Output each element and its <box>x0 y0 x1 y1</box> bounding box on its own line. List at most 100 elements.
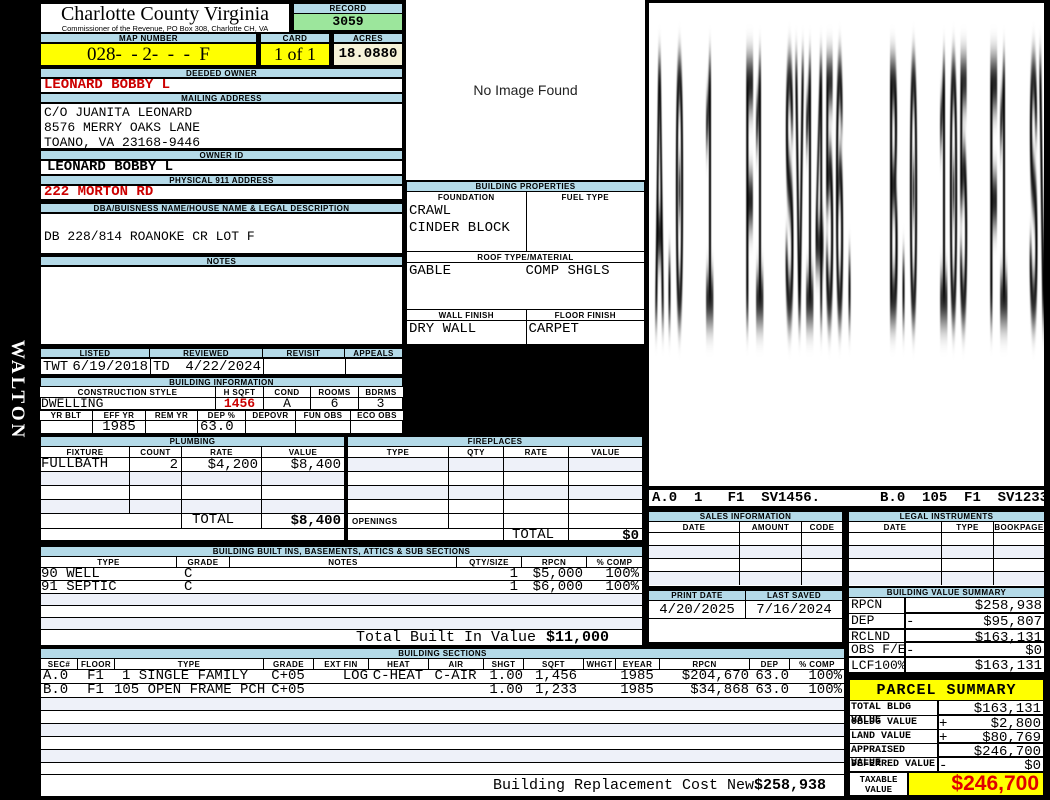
construction-style-value: DWELLING <box>41 398 104 409</box>
empty-row <box>41 528 344 542</box>
empty-row <box>41 605 642 617</box>
construction-header-row: CONSTRUCTION STYLE H SQFT COND ROOMS BDR… <box>40 387 403 397</box>
replacement-cost-value: $258,938 <box>754 776 827 794</box>
mailing-address-box: C/O JUANITA LEONARD 8576 MERRY OAKS LANE… <box>40 103 403 150</box>
empty-row <box>849 545 1044 558</box>
fp-rate-label: RATE <box>503 447 568 457</box>
empty-row <box>348 457 642 471</box>
roof-type-value: GABLE <box>409 263 452 279</box>
floor-finish-label: FLOOR FINISH <box>525 309 644 320</box>
map-number-value: 028- - 2- - - F <box>40 43 257 66</box>
ecoobs-label: ECO OBS <box>350 410 403 420</box>
print-info-box: PRINT DATE LAST SAVED 4/20/2025 7/16/202… <box>648 590 843 643</box>
fuel-type-value <box>525 203 645 251</box>
bvs-row: RPCN $258,938 <box>851 597 1044 614</box>
card-value: 1 of 1 <box>260 43 330 66</box>
parcel-row: LAND VALUE + $80,769 <box>850 729 1043 746</box>
empty-row <box>649 532 842 545</box>
reviewed-value: TD 4/22/2024 <box>150 359 263 374</box>
building-section-row: A.0 F1 1 SINGLE FAMILY C+05 LOG C-HEAT C… <box>41 668 844 684</box>
taxable-value: $246,700 <box>907 772 1043 795</box>
fp-value-label: VALUE <box>568 447 642 457</box>
mailing-line: C/O JUANITA LEONARD <box>44 105 193 120</box>
empty-row <box>649 571 842 585</box>
dba-legal-value: DB 228/814 ROANOKE CR LOT F <box>44 229 255 244</box>
mailing-line: TOANO, VA 23168-9446 <box>44 135 201 150</box>
foundation-value: CRAWL CINDER BLOCK <box>407 203 526 251</box>
rooms-label: ROOMS <box>310 387 358 397</box>
plumbing-label: PLUMBING <box>41 437 344 447</box>
bdrms-value: 3 <box>358 398 402 409</box>
building-properties-box: BUILDING PROPERTIES FOUNDATION FUEL TYPE… <box>406 181 645 364</box>
foundation-line: CINDER BLOCK <box>409 220 510 236</box>
empty-row <box>849 532 1044 545</box>
sales-information-label: SALES INFORMATION <box>649 512 842 522</box>
parcel-row: TOTAL BLDG VALUE $163,131 <box>851 701 1043 726</box>
plumbing-box: PLUMBING FIXTURE COUNT RATE VALUE FULLBA… <box>40 436 345 541</box>
fireplaces-box: FIREPLACES TYPE QTY RATE VALUE OPENINGS … <box>347 436 643 542</box>
mailing-address-label: MAILING ADDRESS <box>40 93 403 103</box>
last-saved-label: LAST SAVED <box>746 591 842 601</box>
parcel-summary-label: PARCEL SUMMARY <box>850 680 1043 701</box>
building-section-row: B.0 F1 105 OPEN FRAME PCH C+05 1.00 1,23… <box>41 682 844 698</box>
parcel-row: OBLDG VALUE + $2,800 <box>850 715 1043 732</box>
fireplaces-openings-row: OPENINGS <box>348 513 642 528</box>
built-ins-total-label: Total Built In Value <box>356 629 537 646</box>
parcel-row: DEFERRED VALUE - $0 <box>850 757 1043 774</box>
listed-value: TWT 6/19/2018 <box>43 359 148 374</box>
fp-type-label: TYPE <box>348 447 448 457</box>
empty-row <box>41 749 844 762</box>
building-sections-box: BUILDING SECTIONS SEC# FLOOR TYPE GRADE … <box>40 648 845 797</box>
foundation-label: FOUNDATION <box>407 192 526 203</box>
value-label: VALUE <box>261 447 344 457</box>
property-photo-area: No Image Found <box>406 0 645 180</box>
yrblt-label: YR BLT <box>40 410 92 420</box>
reviewed-label: REVIEWED <box>150 348 263 358</box>
sidebar-vertical-label: WALTON <box>7 340 28 441</box>
fireplaces-label: FIREPLACES <box>348 437 642 447</box>
building-value-summary-box: BUILDING VALUE SUMMARY RPCN $258,938 DEP… <box>848 587 1045 674</box>
effyr-value: 1985 <box>92 421 145 433</box>
construction-value-row: DWELLING 1456 A 6 3 <box>40 397 403 410</box>
yrblt-value <box>41 421 92 433</box>
taxable-value-row: TAXABLE VALUE $246,700 <box>850 771 1043 795</box>
empty-row <box>41 485 344 499</box>
empty-row <box>348 471 642 485</box>
roof-material-value: COMP SHGLS <box>525 263 610 279</box>
bvs-row: OBS F/E - $0 <box>849 642 1044 659</box>
print-date-value: 4/20/2025 <box>649 601 746 618</box>
ecoobs-value <box>350 421 402 433</box>
empty-row <box>348 485 642 499</box>
plumbing-total-value: $8,400 <box>261 514 344 528</box>
depovr-value <box>245 421 295 433</box>
empty-row <box>41 723 844 736</box>
dba-legal-label: DBA/BUISNESS NAME/HOUSE NAME & LEGAL DES… <box>40 203 403 213</box>
record-box: RECORD 3059 <box>293 3 403 31</box>
rate-label: RATE <box>181 447 261 457</box>
floor-finish-value: CARPET <box>525 321 645 364</box>
sales-information-box: SALES INFORMATION DATE AMOUNT CODE <box>648 511 843 587</box>
empty-row <box>849 558 1044 571</box>
appeals-value <box>345 359 402 374</box>
parcel-row: APPRAISED VALUE $246,700 <box>850 743 1043 769</box>
built-ins-box: BUILDING BUILT INS, BASEMENTS, ATTICS & … <box>40 546 643 646</box>
depovr-label: DEPOVR <box>245 410 295 420</box>
fireplaces-total-label: TOTAL <box>503 529 568 542</box>
sketch-drawing: A.0 1 F1 SV1456.B.0 105 F1 SV1233. <box>655 7 1044 449</box>
cond-value: A <box>263 398 310 409</box>
dep-value: 63.0 <box>197 421 245 433</box>
owner-id-value: LEONARD BOBBY L <box>40 160 403 175</box>
county-subtitle: Commissioner of the Revenue, PO Box 308,… <box>61 24 269 33</box>
sketch-label-b: B.0 105 F1 SV1233. <box>880 490 1050 506</box>
notes-label: NOTES <box>40 256 403 266</box>
rate-value: $4,200 <box>181 458 261 471</box>
roof-type-label: ROOF TYPE/MATERIAL <box>407 251 644 262</box>
wall-finish-value: DRY WALL <box>409 321 477 337</box>
bvs-row: DEP - $95,807 <box>849 613 1044 630</box>
construction-style-label: CONSTRUCTION STYLE <box>40 387 215 397</box>
bi-notes-label: NOTES <box>229 557 456 567</box>
fp-qty-label: QTY <box>448 447 503 457</box>
sketch-label-a: A.0 1 F1 SV1456. <box>652 490 821 506</box>
empty-row <box>849 571 1044 585</box>
listed-value-row: TWT 6/19/2018 TD 4/22/2024 <box>40 358 403 375</box>
